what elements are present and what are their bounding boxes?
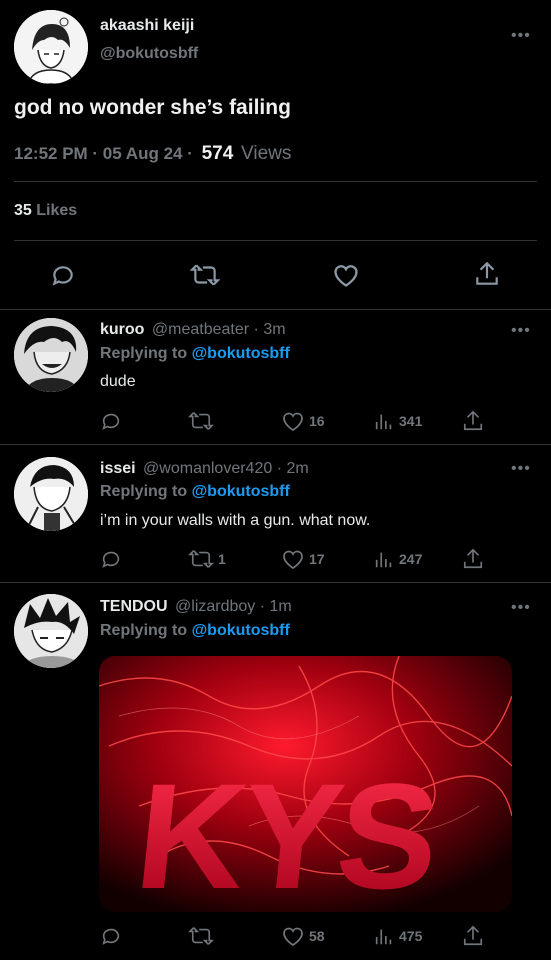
share-icon (476, 261, 498, 285)
avatar-tendou[interactable] (14, 594, 88, 668)
replying-handle[interactable]: @bokutosbff (192, 483, 290, 500)
avatar-akaashi[interactable] (14, 10, 88, 84)
more-icon[interactable]: ••• (511, 27, 531, 45)
display-name[interactable]: issei (100, 460, 136, 477)
reply-button[interactable] (100, 410, 122, 432)
retweet-icon (188, 927, 214, 945)
views-icon (375, 552, 392, 568)
reply-icon (102, 413, 120, 430)
handle[interactable]: @meatbeater (152, 321, 249, 338)
reply-text: dude (100, 373, 136, 390)
share-button[interactable] (462, 924, 484, 948)
share-icon (463, 410, 483, 431)
views-button[interactable]: 341 (373, 410, 422, 432)
replying-prefix: Replying to (100, 483, 188, 500)
replying-to: Replying to @bokutosbff (100, 483, 290, 501)
replying-handle[interactable]: @bokutosbff (192, 622, 290, 639)
views-icon (375, 414, 392, 430)
views-button[interactable]: 475 (373, 925, 422, 947)
replying-handle[interactable]: @bokutosbff (192, 345, 290, 362)
more-icon[interactable]: ••• (511, 322, 531, 340)
like-button[interactable]: 17 (281, 548, 325, 570)
like-button[interactable]: 16 (281, 410, 325, 432)
timestamp: · 3m (253, 321, 286, 338)
reply-button[interactable] (100, 548, 122, 570)
more-icon[interactable]: ••• (511, 460, 531, 478)
avatar-illustration (14, 10, 88, 84)
retweet-button[interactable] (188, 925, 218, 947)
divider (14, 240, 537, 241)
reply-header: TENDOU @lizardboy · 1m (100, 598, 292, 616)
kys-image: KYS (99, 656, 512, 912)
replying-to: Replying to @bokutosbff (100, 622, 290, 640)
like-icon (334, 265, 358, 287)
display-name[interactable]: TENDOU (100, 598, 168, 615)
views-icon (375, 929, 392, 945)
display-name[interactable]: akaashi keiji (100, 17, 194, 35)
views-count: 475 (399, 928, 423, 944)
avatar-illustration (14, 318, 88, 392)
reply-text: i’m in your walls with a gun. what now. (100, 512, 371, 529)
likes-count: 35 (14, 202, 32, 219)
timestamp: · 2m (276, 460, 309, 477)
like-count: 58 (309, 928, 325, 944)
media-image[interactable]: KYS (99, 656, 512, 912)
retweet-icon (188, 412, 214, 430)
views-count: 574 (201, 143, 234, 164)
share-icon (463, 925, 483, 946)
divider (0, 309, 551, 310)
timestamp: · 1m (259, 598, 292, 615)
views-button[interactable]: 247 (373, 548, 422, 570)
like-icon (283, 412, 303, 432)
likes-stat[interactable]: 35 Likes (14, 202, 77, 220)
likes-label: Likes (36, 202, 78, 219)
replying-prefix: Replying to (100, 622, 188, 639)
reply-icon (52, 266, 73, 286)
share-button[interactable] (462, 409, 484, 433)
like-button[interactable] (332, 262, 360, 293)
replying-to: Replying to @bokutosbff (100, 345, 290, 363)
tweet-time: 12:52 PM · 05 Aug 24 · (14, 144, 193, 163)
retweet-button[interactable] (189, 262, 221, 293)
more-icon[interactable]: ••• (511, 599, 531, 617)
views-count: 341 (399, 413, 423, 429)
retweet-icon (188, 550, 214, 568)
tweet-meta: 12:52 PM · 05 Aug 24 · 574 Views (14, 143, 291, 165)
like-count: 17 (309, 551, 325, 567)
avatar-illustration (14, 457, 88, 531)
reply-icon (102, 928, 120, 945)
reply-button[interactable] (50, 262, 76, 293)
retweet-count: 1 (218, 551, 226, 567)
divider (0, 582, 551, 583)
views-label: Views (241, 143, 292, 164)
views-count: 247 (399, 551, 423, 567)
retweet-icon (189, 264, 221, 286)
reply-icon (102, 551, 120, 568)
handle[interactable]: @womanlover420 (143, 460, 272, 477)
like-button[interactable]: 58 (281, 925, 325, 947)
share-button[interactable] (462, 547, 484, 571)
avatar-issei[interactable] (14, 457, 88, 531)
avatar-illustration (14, 594, 88, 668)
retweet-button[interactable] (188, 410, 218, 432)
like-icon (283, 550, 303, 570)
replying-prefix: Replying to (100, 345, 188, 362)
divider (14, 181, 537, 182)
reply-header: kuroo @meatbeater · 3m (100, 321, 286, 339)
share-icon (463, 548, 483, 569)
avatar-kuroo[interactable] (14, 318, 88, 392)
display-name[interactable]: kuroo (100, 321, 144, 338)
handle[interactable]: @bokutosbff (100, 45, 198, 63)
retweet-button[interactable]: 1 (188, 548, 226, 570)
like-icon (283, 927, 303, 947)
divider (0, 444, 551, 445)
tweet-text: god no wonder she’s failing (14, 96, 291, 119)
handle[interactable]: @lizardboy (175, 598, 255, 615)
reply-header: issei @womanlover420 · 2m (100, 460, 309, 478)
share-button[interactable] (474, 260, 500, 293)
media-text: KYS (129, 752, 443, 912)
reply-button[interactable] (100, 925, 122, 947)
like-count: 16 (309, 413, 325, 429)
